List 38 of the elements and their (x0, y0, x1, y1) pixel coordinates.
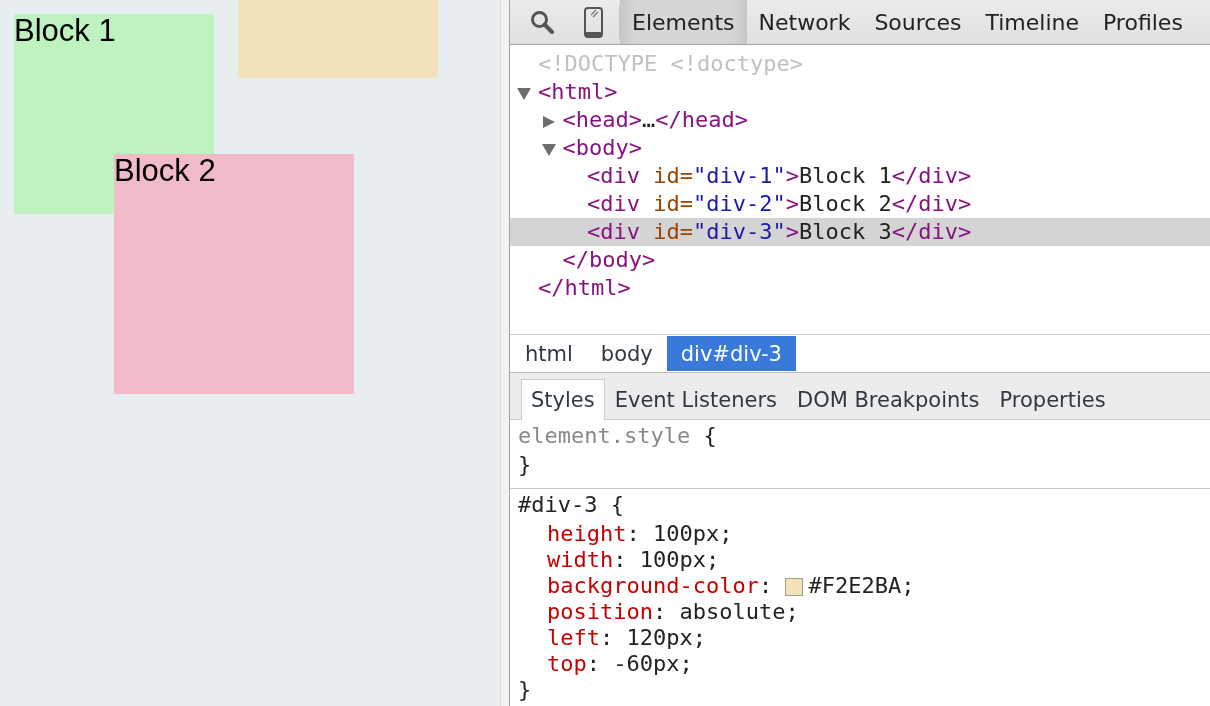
css-declaration[interactable]: top: -60px; (547, 651, 693, 677)
tree-row[interactable]: </body> (510, 246, 1210, 274)
sidebar-tab[interactable]: Event Listeners (604, 379, 787, 420)
css-declaration[interactable]: position: absolute; (547, 599, 799, 625)
down-triangle-icon[interactable] (517, 88, 531, 100)
tree-row[interactable]: <div id="div-2">Block 2</div> (510, 190, 1210, 218)
css-selector[interactable]: element.style { (518, 423, 717, 449)
panel-tab[interactable]: Timeline (973, 0, 1091, 44)
closing-brace: } (518, 452, 532, 478)
breadcrumb[interactable]: div#div-3 (666, 336, 796, 371)
css-declaration[interactable]: width: 100px; (547, 547, 720, 573)
css-declaration[interactable]: height: 100px; (547, 521, 733, 547)
tree-row[interactable]: <div id="div-3">Block 3</div> (510, 218, 1210, 246)
phone-icon[interactable] (584, 6, 603, 38)
tree-row[interactable]: <html> (510, 78, 1210, 106)
tree-row[interactable]: <div id="div-1">Block 1</div> (510, 162, 1210, 190)
sidebar-tab[interactable]: DOM Breakpoints (786, 379, 990, 420)
block-label: Block 2 (114, 154, 216, 188)
breadcrumb[interactable]: html (511, 336, 587, 371)
closing-brace: } (518, 677, 532, 703)
sidebar-tab[interactable]: Styles (521, 379, 605, 420)
tree-row[interactable]: <head>…</head> (510, 106, 1210, 134)
search-icon[interactable] (530, 10, 554, 34)
tree-row[interactable]: <body> (510, 134, 1210, 162)
panel-tab[interactable]: Elements (620, 0, 747, 44)
right-triangle-icon[interactable] (541, 116, 556, 128)
panel-tab[interactable]: Profiles (1091, 0, 1195, 44)
color-swatch-icon[interactable] (785, 578, 804, 596)
breadcrumb[interactable]: body (586, 336, 667, 371)
css-declaration[interactable]: background-color: #F2E2BA; (547, 573, 915, 599)
panel-tab[interactable]: Network (746, 0, 863, 44)
panel-tab[interactable]: Sources (862, 0, 974, 44)
css-declaration[interactable]: left: 120px; (547, 625, 706, 651)
css-selector[interactable]: #div-3 { (518, 492, 624, 518)
tree-row[interactable]: </html> (510, 274, 1210, 302)
sidebar-tab[interactable]: Properties (989, 379, 1116, 420)
down-triangle-icon[interactable] (541, 144, 556, 156)
block-label: Block 1 (14, 14, 116, 48)
